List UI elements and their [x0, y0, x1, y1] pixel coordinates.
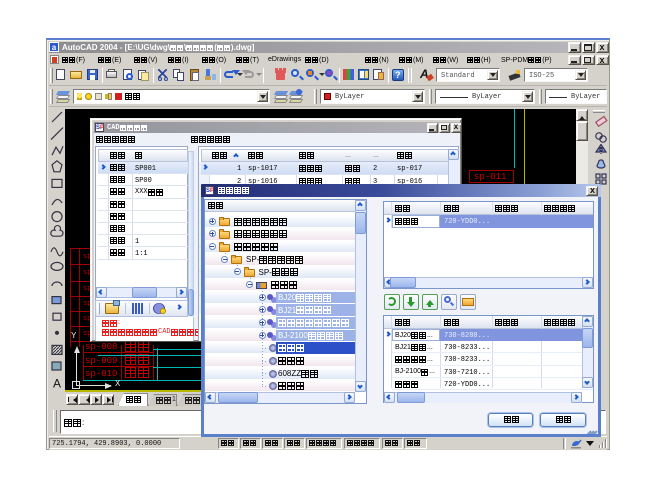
svg-text:A: A: [53, 377, 61, 390]
